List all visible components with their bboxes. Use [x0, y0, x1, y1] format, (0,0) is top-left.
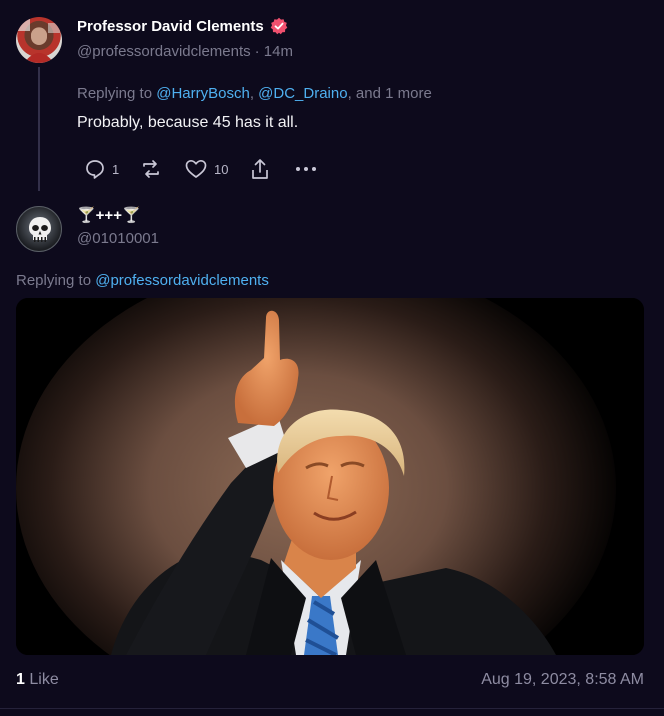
like-count: 10 [214, 161, 229, 177]
mention-separator: , [249, 85, 254, 102]
author-handle[interactable]: @01010001 [77, 230, 159, 247]
replying-to-line: Replying to @HarryBosch, @DC_Draino, and… [77, 85, 432, 102]
like-icon [184, 158, 208, 180]
replying-rest: , and 1 more [347, 85, 432, 102]
tweet-timestamp: Aug 19, 2023, 8:58 AM [481, 671, 644, 688]
verified-badge-icon [270, 17, 288, 35]
mention-dc-draino[interactable]: @DC_Draino [258, 85, 347, 102]
punisher-avatar-icon [29, 217, 51, 242]
likes-count: 1 [16, 671, 25, 688]
avatar-01010001[interactable] [16, 206, 62, 252]
tweet-time: · 14m [254, 43, 293, 60]
more-action[interactable] [294, 158, 318, 180]
reply-icon [84, 158, 106, 180]
retweet-icon [140, 158, 162, 180]
like-action[interactable]: 10 [184, 158, 228, 180]
replying-prefix: Replying to [16, 272, 92, 289]
tweet-text: Probably, because 45 has it all. [77, 114, 299, 131]
likes-summary[interactable]: 1 Like [16, 671, 59, 689]
reply-action[interactable]: 1 [84, 158, 119, 180]
retweet-action[interactable] [140, 158, 168, 180]
author-name[interactable]: Professor David Clements [77, 18, 264, 35]
divider [0, 708, 664, 709]
author-handle[interactable]: @professordavidclements [77, 43, 251, 60]
reply-count: 1 [112, 161, 120, 177]
mention-harrybosch[interactable]: @HarryBosch [156, 85, 250, 102]
more-icon [294, 158, 318, 180]
replying-prefix: Replying to [77, 85, 153, 102]
likes-label: Like [29, 671, 59, 688]
photo-man-pointing-up [16, 298, 644, 655]
mention-professordavidclements[interactable]: @professordavidclements [95, 272, 269, 289]
replying-to-line: Replying to @professordavidclements [16, 272, 269, 289]
tweet-image[interactable] [16, 298, 644, 655]
share-icon [249, 157, 271, 181]
share-action[interactable] [249, 157, 271, 181]
author-name[interactable]: 🍸+++🍸 [77, 206, 141, 224]
avatar-professor[interactable] [16, 17, 62, 63]
thread-line [38, 67, 40, 191]
